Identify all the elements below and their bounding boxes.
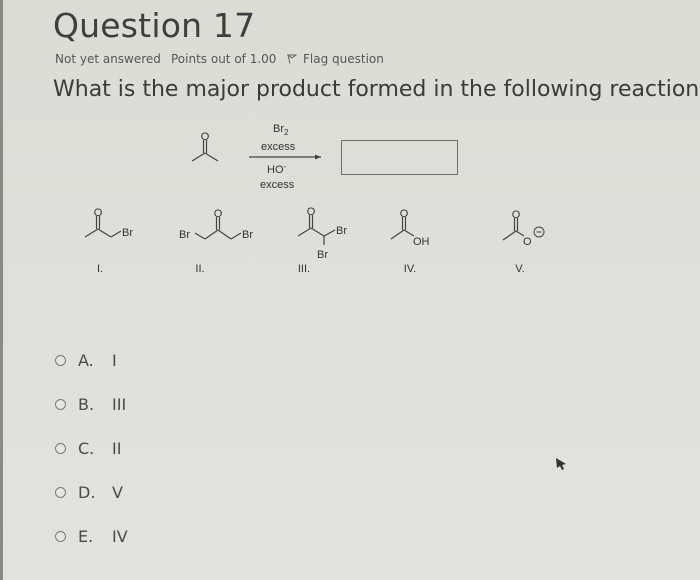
quiz-page: Question 17 Not yet answered Points out … — [0, 0, 700, 580]
answer-options: A. I B. III C. II D. V E. IV — [55, 338, 128, 558]
reactant-acetone — [191, 140, 219, 162]
atom-o: O — [512, 209, 521, 221]
structure-3 — [297, 215, 336, 245]
structure-label-3: III. — [298, 263, 310, 275]
radio-button[interactable] — [55, 486, 66, 498]
option-b[interactable]: B. III — [55, 382, 128, 426]
atom-br: Br — [242, 229, 253, 241]
option-letter: B. — [78, 394, 95, 414]
atom-o: O — [214, 208, 223, 220]
reagent-br2: Br2 — [273, 123, 289, 137]
option-a[interactable]: A. I — [55, 338, 128, 382]
atom-oh: OH — [413, 236, 430, 248]
option-value: IV — [112, 526, 128, 546]
atom-o: O — [307, 206, 316, 218]
structure-label-5: V. — [515, 263, 524, 275]
structure-label-2: II. — [195, 263, 204, 275]
product-answer-box — [341, 140, 458, 175]
reagent-excess-1: excess — [261, 141, 296, 153]
atom-br: Br — [336, 225, 347, 237]
option-value: I — [112, 350, 117, 370]
option-value: II — [112, 438, 122, 458]
atom-br: Br — [122, 227, 133, 239]
structure-1 — [84, 216, 122, 238]
option-value: III — [112, 394, 127, 414]
atom-o: O — [400, 208, 409, 220]
atom-br: Br — [179, 229, 190, 241]
atom-o-minus: O — [523, 236, 532, 248]
mouse-cursor-icon — [556, 458, 566, 470]
structure-4 — [390, 217, 415, 240]
structure-5 — [502, 218, 525, 241]
option-c[interactable]: C. II — [55, 426, 128, 470]
radio-button[interactable] — [55, 442, 66, 454]
option-letter: E. — [78, 526, 94, 546]
reagent-hydroxide: HO- — [267, 162, 287, 176]
atom-br: Br — [317, 249, 328, 261]
radio-button[interactable] — [55, 398, 66, 410]
structure-2 — [194, 217, 242, 240]
option-d[interactable]: D. V — [55, 470, 128, 514]
structure-label-4: IV. — [404, 263, 416, 275]
atom-o: O — [94, 207, 103, 219]
option-letter: A. — [78, 350, 94, 370]
option-letter: C. — [78, 438, 95, 458]
reagent-excess-2: excess — [260, 179, 295, 191]
option-value: V — [112, 482, 123, 502]
option-letter: D. — [78, 482, 96, 502]
radio-button[interactable] — [55, 530, 66, 542]
atom-o: O — [201, 131, 210, 143]
radio-button[interactable] — [55, 354, 66, 366]
option-e[interactable]: E. IV — [55, 514, 128, 558]
structure-label-1: I. — [97, 263, 103, 275]
